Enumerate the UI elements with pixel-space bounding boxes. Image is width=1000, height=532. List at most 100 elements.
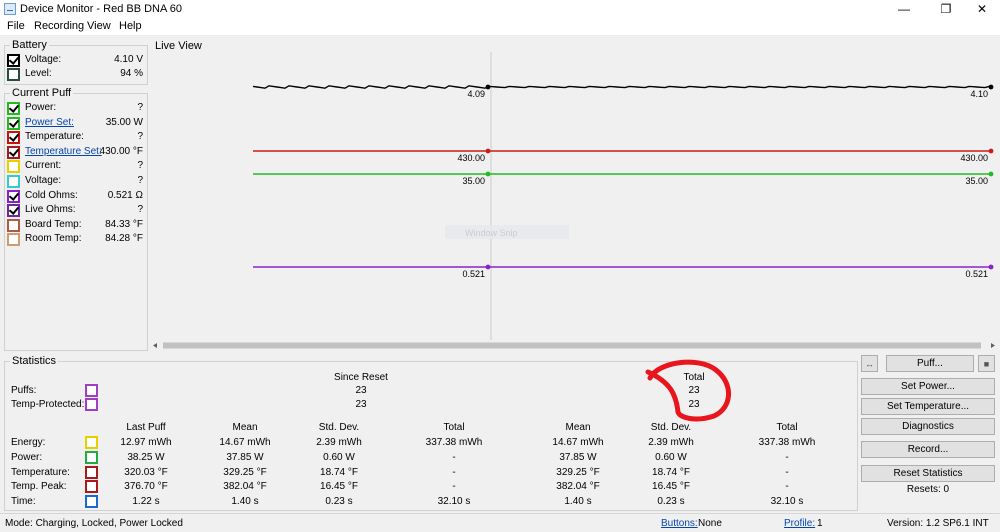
boardtemp-label: Board Temp: — [25, 218, 82, 230]
stats-cell: 18.74 °F — [320, 466, 358, 478]
current-label: Current: — [25, 160, 62, 172]
count-label: Puffs: — [11, 385, 37, 396]
liveohms-label: Live Ohms: — [25, 204, 76, 216]
menu-view[interactable]: View — [87, 20, 111, 32]
reset-statistics-button[interactable]: Reset Statistics — [861, 465, 995, 482]
roomtemp-checkbox[interactable] — [7, 233, 20, 247]
stats-cell: 329.25 °F — [223, 466, 267, 478]
temperature-value: ? — [137, 131, 143, 143]
count-label: Temp-Protected: — [11, 399, 85, 410]
powerset-checkbox[interactable] — [7, 116, 20, 130]
set-temperature-button[interactable]: Set Temperature... — [861, 398, 995, 415]
voltage-value: ? — [137, 175, 143, 186]
liveohms-checkbox[interactable] — [7, 204, 20, 218]
liveohms-value: ? — [137, 204, 143, 216]
voltage-checkbox[interactable] — [7, 175, 20, 188]
stats-column-header: Mean — [565, 422, 591, 433]
series-point-2-cursor — [485, 171, 491, 177]
record-button[interactable]: Record... — [861, 441, 995, 458]
window-title: Device Monitor - Red BB DNA 60 — [20, 3, 183, 15]
menu-recording[interactable]: Recording — [34, 20, 84, 32]
profile-link[interactable]: Profile: — [784, 518, 815, 529]
stats-column-header: Std. Dev. — [650, 422, 692, 433]
stats-color-box — [85, 450, 98, 464]
minimize-icon[interactable]: — — [888, 0, 920, 18]
stats-color-box — [85, 480, 98, 494]
stats-cell: 376.70 °F — [124, 481, 168, 493]
maximize-icon[interactable]: ❐ — [930, 0, 962, 18]
stats-cell: 38.25 W — [127, 451, 165, 463]
diagnostics-button[interactable]: Diagnostics — [861, 418, 995, 435]
stats-cell: 320.03 °F — [124, 466, 168, 478]
stats-column-header: Std. Dev. — [318, 422, 360, 433]
voltage-label: Voltage: — [25, 175, 62, 186]
stats-column-header: Last Puff — [126, 422, 166, 433]
coldohms-value: 0.521 Ω — [107, 189, 143, 201]
series-cursor-label-1: 430.00 — [457, 153, 485, 163]
menu-file[interactable]: File — [7, 20, 25, 32]
horizontal-scrollbar[interactable] — [150, 341, 998, 350]
stats-cell: 0.60 W — [655, 451, 687, 463]
count-color-box — [85, 398, 98, 411]
battery-row: Level: 94 % — [7, 68, 143, 82]
stats-color-box — [85, 465, 98, 479]
stats-cell: - — [452, 481, 456, 493]
version-text: Version: 1.2 SP6.1 INT — [887, 518, 989, 529]
menu-help[interactable]: Help — [119, 20, 142, 32]
stats-cell: 18.74 °F — [652, 466, 690, 478]
stats-cell: 0.60 W — [323, 451, 355, 463]
statistics-title: Statistics — [10, 355, 59, 367]
stats-cell: 382.04 °F — [556, 481, 600, 493]
puff-button[interactable]: Puff... — [886, 355, 974, 372]
series-end-label-3: 0.521 — [965, 269, 988, 279]
lock-icon[interactable]: ■ — [978, 355, 995, 372]
current-puff-group-title: Current Puff — [10, 87, 74, 99]
stats-cell: 1.40 s — [231, 496, 259, 508]
stats-cell: 14.67 mWh — [552, 437, 604, 448]
stats-cell: - — [785, 451, 789, 463]
series-point-1-right — [988, 148, 994, 154]
stats-column-header: Total — [443, 422, 465, 433]
stats-row-label: Temp. Peak: — [11, 481, 67, 493]
temperatureset-value: 430.00 °F — [99, 145, 143, 157]
stats-cell: 32.10 s — [437, 496, 471, 508]
stats-column-header: Mean — [232, 422, 258, 433]
profile-value: 1 — [817, 518, 823, 529]
series-point-3-cursor — [485, 264, 491, 270]
series-point-0-right — [988, 84, 994, 90]
puff-row: Cold Ohms: 0.521 Ω — [7, 189, 143, 204]
series-end-label-0: 4.10 — [970, 89, 988, 99]
temperatureset-label[interactable]: Temperature Set: — [25, 146, 102, 157]
power-label: Power: — [25, 102, 57, 113]
live-view-plot[interactable]: Window Snip 4.09 4.10 430.00 430.00 35.00 35.… — [149, 52, 999, 352]
roomtemp-value: 84.28 °F — [105, 233, 143, 245]
temperatureset-checkbox[interactable] — [7, 145, 20, 159]
series-point-1-cursor — [485, 148, 491, 154]
voltage-checkbox[interactable] — [7, 54, 20, 67]
power-checkbox[interactable] — [7, 102, 20, 115]
boardtemp-checkbox[interactable] — [7, 218, 20, 232]
puff-row: Room Temp: 84.28 °F — [7, 233, 143, 247]
set-power-button[interactable]: Set Power... — [861, 378, 995, 395]
level-checkbox[interactable] — [7, 68, 20, 81]
series-point-3-right — [988, 264, 994, 270]
stats-cell: 337.38 mWh — [758, 437, 816, 448]
close-icon[interactable]: ✕ — [966, 0, 998, 18]
series-cursor-label-0: 4.09 — [467, 89, 485, 99]
coldohms-checkbox[interactable] — [7, 189, 20, 203]
temperature-checkbox[interactable] — [7, 131, 20, 145]
puff-settings-icon[interactable]: ↔ — [861, 355, 878, 372]
powerset-label[interactable]: Power Set: — [25, 117, 74, 128]
count-color-box — [85, 384, 98, 397]
stats-row-label: Time: — [11, 496, 36, 508]
puff-row: Temperature Set: 430.00 °F — [7, 145, 143, 160]
puff-row: Power:? — [7, 102, 143, 116]
stats-cell: 0.23 s — [657, 496, 685, 508]
series-line-0 — [252, 85, 990, 89]
battery-row: Voltage: 4.10 V — [7, 54, 143, 68]
buttons-link[interactable]: Buttons: — [661, 518, 698, 529]
current-checkbox[interactable] — [7, 160, 20, 174]
power-value: ? — [137, 102, 143, 113]
puff-row: Power Set: 35.00 W — [7, 116, 143, 131]
stats-cell: 382.04 °F — [223, 481, 267, 493]
